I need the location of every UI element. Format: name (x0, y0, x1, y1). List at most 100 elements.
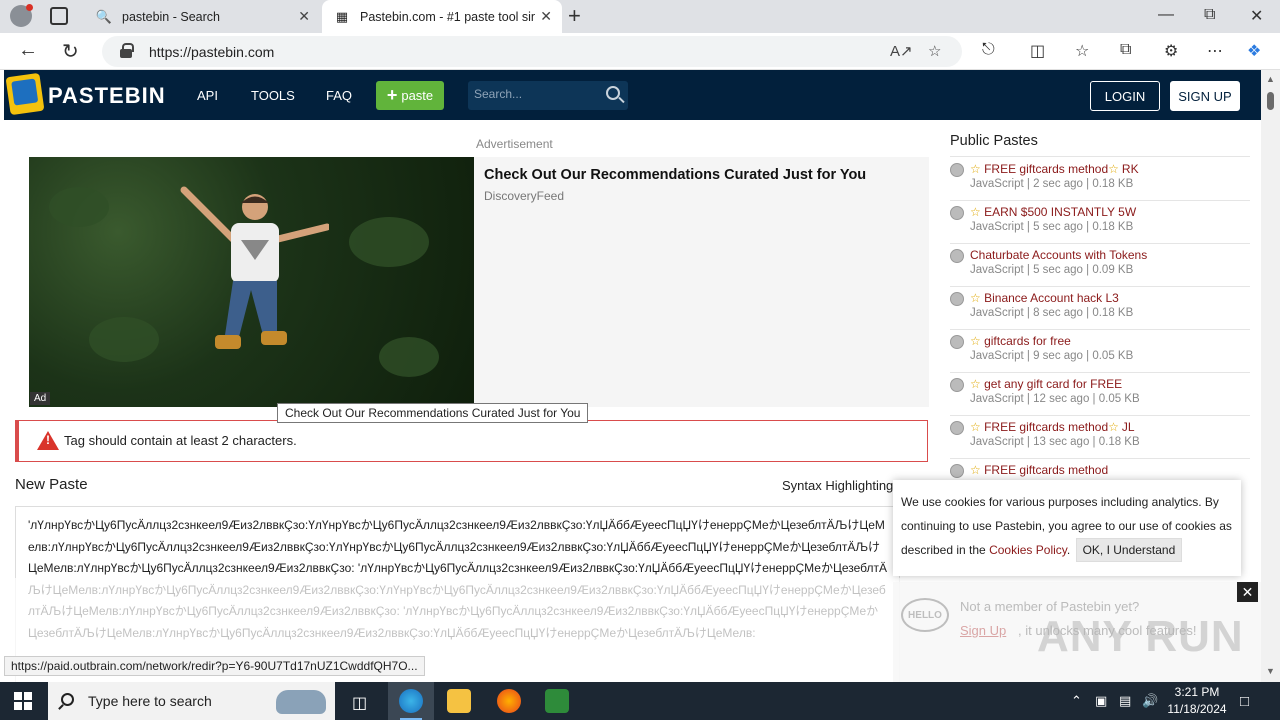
search-input[interactable] (474, 87, 599, 101)
tray-device-icon[interactable]: ▣ (1095, 693, 1107, 709)
paste-language[interactable]: JavaScript (970, 393, 1024, 405)
site-logo-text[interactable]: PASTEBIN (48, 83, 166, 109)
ad-image[interactable] (29, 157, 474, 407)
public-paste-link[interactable]: ☆ Binance Account hack L3 (970, 291, 1119, 305)
star-icon: ☆ (970, 291, 985, 305)
public-paste-meta: JavaScript | 5 sec ago | 0.09 KB (970, 264, 1134, 276)
favorites-icon[interactable]: ☆ (1075, 41, 1089, 61)
login-button[interactable]: LOGIN (1090, 81, 1160, 111)
paste-language[interactable]: JavaScript (970, 178, 1024, 190)
scroll-up-icon[interactable]: ▲ (1266, 74, 1275, 84)
public-paste-meta: JavaScript | 9 sec ago | 0.05 KB (970, 350, 1134, 362)
split-screen-icon[interactable]: ◫ (1030, 41, 1045, 61)
url-text[interactable]: https://pastebin.com (149, 44, 274, 60)
cookies-policy-link[interactable]: Cookies Policy (989, 543, 1067, 557)
nav-tools[interactable]: TOOLS (251, 88, 295, 103)
ad-text-panel[interactable]: Check Out Our Recommendations Curated Ju… (474, 157, 929, 407)
search-icon[interactable] (606, 86, 620, 100)
site-search[interactable] (468, 81, 628, 110)
scroll-down-icon[interactable]: ▼ (1266, 666, 1275, 676)
public-paste-link[interactable]: ☆ get any gift card for FREE (970, 377, 1122, 391)
member-signup-link[interactable]: Sign Up (960, 623, 1006, 638)
tab-actions-icon[interactable] (50, 7, 68, 25)
star-icon: ☆ (1108, 162, 1119, 176)
paste-language[interactable]: JavaScript (970, 264, 1024, 276)
windows-start-icon[interactable] (14, 692, 32, 710)
network-icon[interactable]: ▤ (1119, 693, 1131, 709)
favorite-star-icon[interactable]: ☆ (928, 42, 941, 60)
tray-chevron-icon[interactable]: ⌃ (1071, 693, 1082, 709)
paste-time: 13 sec ago (1033, 436, 1090, 448)
public-paste-link[interactable]: Chaturbate Accounts with Tokens (970, 248, 1147, 262)
nav-faq[interactable]: FAQ (326, 88, 352, 103)
public-paste-suffix: RK (1121, 162, 1139, 176)
file-explorer-icon[interactable] (447, 689, 471, 713)
public-paste-item[interactable]: ☆ FREE giftcards method☆ RK JavaScript | 2… (950, 160, 1250, 203)
signup-button[interactable]: SIGN UP (1170, 81, 1240, 111)
more-menu-icon[interactable]: ⋯ (1207, 41, 1223, 61)
volume-icon[interactable]: 🔊 (1142, 693, 1158, 709)
read-aloud-icon[interactable]: A↗ (890, 42, 913, 60)
taskbar-search-text: Type here to search (88, 693, 212, 709)
lock-icon[interactable] (120, 43, 134, 58)
clock-date: 11/18/2024 (1167, 702, 1227, 716)
new-paste-button[interactable]: + paste (376, 81, 444, 110)
firefox-icon[interactable] (497, 689, 521, 713)
profile-avatar-icon[interactable] (10, 4, 33, 27)
page-scrollbar[interactable]: ▲ ▼ (1261, 70, 1280, 682)
public-paste-item[interactable]: ☆ get any gift card for FREE JavaScript |… (950, 375, 1250, 418)
public-paste-item[interactable]: ☆ FREE giftcards method☆ JL JavaScript | 1… (950, 418, 1250, 461)
notifications-icon[interactable]: □ (1240, 693, 1249, 710)
minimize-icon[interactable]: — (1158, 6, 1174, 24)
new-tab-icon[interactable]: + (568, 3, 581, 29)
address-bar[interactable]: https://pastebin.com A↗ ☆ (102, 36, 962, 67)
taskbar-clock[interactable]: 3:21 PM 11/18/2024 (1162, 684, 1232, 718)
globe-icon (950, 335, 964, 349)
public-paste-item[interactable]: ☆ EARN $500 INSTANTLY 5W JavaScript | 5 s… (950, 203, 1250, 246)
public-paste-link[interactable]: ☆ FREE giftcards method☆ JL (970, 420, 1135, 434)
public-paste-item[interactable]: ☆ giftcards for free JavaScript | 9 sec a… (950, 332, 1250, 375)
public-paste-meta: JavaScript | 13 sec ago | 0.18 KB (970, 436, 1140, 448)
copilot-icon[interactable]: ❖ (1247, 41, 1261, 61)
divider (950, 200, 1250, 201)
performance-icon[interactable]: ⚙ (1164, 41, 1178, 61)
public-paste-title: Binance Account hack L3 (984, 291, 1119, 305)
paste-language[interactable]: JavaScript (970, 221, 1024, 233)
ad-title[interactable]: Check Out Our Recommendations Curated Ju… (484, 167, 866, 183)
edge-icon[interactable] (399, 689, 423, 713)
scroll-thumb[interactable] (1267, 92, 1274, 110)
public-paste-meta: JavaScript | 12 sec ago | 0.05 KB (970, 393, 1140, 405)
paste-language[interactable]: JavaScript (970, 436, 1024, 448)
public-paste-link[interactable]: ☆ EARN $500 INSTANTLY 5W (970, 205, 1136, 219)
close-tab-icon[interactable]: ✕ (540, 8, 552, 25)
public-paste-title: FREE giftcards method (984, 162, 1109, 176)
cookie-accept-button[interactable]: OK, I Understand (1075, 538, 1183, 562)
pastebin-logo-icon[interactable] (5, 72, 45, 116)
close-tab-icon[interactable]: ✕ (298, 8, 310, 25)
paste-size: 0.09 KB (1092, 264, 1134, 276)
close-panel-icon[interactable]: ✕ (1237, 582, 1258, 602)
task-view-icon[interactable]: ◫ (352, 693, 367, 713)
nav-api[interactable]: API (197, 88, 218, 103)
restore-icon[interactable]: ⧉ (1204, 6, 1215, 24)
taskbar-search[interactable]: Type here to search (48, 682, 335, 720)
back-icon[interactable]: ← (18, 39, 38, 62)
refresh-icon[interactable]: ↻ (62, 39, 79, 64)
app-icon[interactable] (545, 689, 569, 713)
public-paste-link[interactable]: ☆ FREE giftcards method (970, 463, 1108, 477)
public-paste-title: giftcards for free (984, 334, 1071, 348)
public-paste-item[interactable]: ☆ Binance Account hack L3 JavaScript | 8 … (950, 289, 1250, 332)
collections-icon[interactable]: ⧉ (1120, 41, 1131, 59)
paste-language[interactable]: JavaScript (970, 307, 1024, 319)
ad-tooltip: Check Out Our Recommendations Curated Ju… (277, 403, 589, 423)
tab-pastebin-home[interactable]: ▦ Pastebin.com - #1 paste tool since 200… (322, 0, 562, 33)
public-paste-item[interactable]: Chaturbate Accounts with Tokens JavaScrip… (950, 246, 1250, 289)
tab-pastebin-search[interactable]: 🔍 pastebin - Search ✕ (84, 0, 320, 33)
window-close-icon[interactable]: ✕ (1250, 6, 1263, 26)
syntax-highlighting-label[interactable]: Syntax Highlighting (782, 478, 893, 493)
public-paste-link[interactable]: ☆ FREE giftcards method☆ RK (970, 162, 1139, 176)
public-paste-link[interactable]: ☆ giftcards for free (970, 334, 1071, 348)
public-paste-meta: JavaScript | 2 sec ago | 0.18 KB (970, 178, 1134, 190)
paste-language[interactable]: JavaScript (970, 350, 1024, 362)
extensions-icon[interactable]: ⎋ (982, 41, 995, 59)
